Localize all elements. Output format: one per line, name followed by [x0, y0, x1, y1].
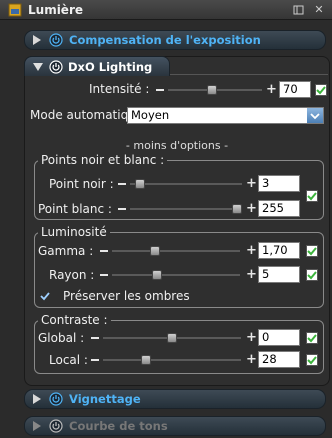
slider-knob[interactable]: [232, 204, 242, 214]
global-contrast-value-field[interactable]: 0: [258, 329, 300, 346]
power-icon[interactable]: [49, 419, 63, 433]
slider-knob[interactable]: [167, 333, 177, 343]
radius-label: Rayon :: [49, 268, 95, 282]
chevron-down-icon[interactable]: [307, 108, 323, 123]
slider-knob[interactable]: [207, 85, 218, 95]
local-contrast-slider[interactable]: +: [91, 353, 257, 367]
white-point-value-field[interactable]: 255: [258, 200, 300, 217]
less-options-label[interactable]: - moins d'options -: [30, 139, 324, 152]
minus-icon[interactable]: [100, 250, 108, 252]
minus-icon[interactable]: [100, 274, 108, 276]
radius-value-field[interactable]: 5: [258, 266, 300, 283]
gamma-value-field[interactable]: 1,70: [258, 242, 300, 259]
local-contrast-value-field[interactable]: 28: [258, 351, 300, 368]
contrast-title: Contraste :: [38, 313, 111, 327]
section-label: Compensation de l'exposition: [69, 33, 261, 47]
gamma-slider[interactable]: +: [100, 244, 257, 258]
intensity-checkbox[interactable]: [315, 84, 327, 96]
black-point-slider[interactable]: +: [118, 177, 258, 191]
minus-icon[interactable]: [118, 183, 126, 185]
slider-knob[interactable]: [141, 355, 152, 365]
power-icon[interactable]: [49, 392, 63, 406]
luminosity-title: Luminosité: [38, 225, 110, 239]
plus-icon[interactable]: +: [246, 177, 257, 191]
black-point-label: Point noir :: [49, 177, 114, 191]
global-contrast-slider[interactable]: +: [91, 331, 257, 345]
power-icon[interactable]: [49, 59, 63, 74]
global-contrast-label: Global :: [38, 331, 85, 345]
section-vignetting[interactable]: Vignettage: [24, 389, 326, 409]
radius-slider[interactable]: +: [100, 268, 257, 282]
plus-icon[interactable]: +: [266, 83, 277, 97]
expand-arrow-icon[interactable]: [33, 421, 41, 431]
plus-icon[interactable]: +: [246, 202, 257, 216]
global-contrast-checkbox[interactable]: [306, 332, 318, 344]
black-white-points-title: Points noir et blanc :: [38, 153, 168, 167]
radius-checkbox[interactable]: [306, 269, 318, 281]
expand-arrow-icon[interactable]: [33, 35, 41, 45]
black-white-points-checkbox[interactable]: [306, 190, 318, 202]
less-options-toggle[interactable]: - moins d'options -: [30, 139, 324, 153]
local-contrast-checkbox[interactable]: [306, 354, 318, 366]
minus-icon[interactable]: [118, 208, 126, 210]
white-point-label: Point blanc :: [38, 202, 112, 216]
auto-mode-value: Moyen: [131, 108, 170, 122]
auto-mode-select[interactable]: Moyen: [127, 107, 324, 124]
intensity-value-field[interactable]: 70: [279, 81, 311, 98]
intensity-label: Intensité :: [89, 82, 150, 96]
plus-icon[interactable]: +: [246, 331, 257, 345]
panel-divider: [170, 74, 328, 75]
slider-knob[interactable]: [135, 179, 146, 189]
plus-icon[interactable]: +: [246, 268, 257, 282]
gamma-checkbox[interactable]: [306, 245, 318, 257]
minus-icon[interactable]: [156, 89, 164, 91]
palette-title-bar: Lumière ✕: [0, 0, 332, 20]
section-label: DxO Lighting: [68, 59, 153, 74]
slider-knob[interactable]: [152, 270, 163, 280]
section-exposure-compensation[interactable]: Compensation de l'exposition: [24, 30, 326, 50]
lumiere-palette-icon: [8, 3, 22, 16]
close-icon[interactable]: ✕: [312, 3, 326, 17]
section-label: Vignettage: [69, 392, 141, 406]
slider-knob[interactable]: [149, 246, 160, 256]
minus-icon[interactable]: [91, 337, 99, 339]
plus-icon[interactable]: +: [246, 353, 257, 367]
minus-icon[interactable]: [91, 359, 99, 361]
gamma-label: Gamma :: [38, 244, 94, 258]
preserve-shadows-label[interactable]: Préserver les ombres: [63, 289, 190, 303]
section-label: Courbe de tons: [69, 419, 168, 433]
plus-icon[interactable]: +: [246, 244, 257, 258]
palette-title: Lumière: [28, 2, 84, 17]
expand-arrow-icon[interactable]: [33, 394, 41, 404]
intensity-slider[interactable]: +: [156, 83, 277, 97]
black-point-value-field[interactable]: 3: [258, 175, 300, 192]
section-tone-curve[interactable]: Courbe de tons: [24, 416, 326, 436]
section-dxo-lighting[interactable]: DxO Lighting: [24, 56, 170, 76]
white-point-slider[interactable]: +: [118, 202, 258, 216]
collapse-arrow-icon[interactable]: [33, 62, 43, 71]
dock-icon[interactable]: [292, 3, 306, 17]
local-contrast-label: Local :: [49, 353, 88, 367]
preserve-shadows-checkmark-icon[interactable]: [40, 290, 50, 301]
power-icon[interactable]: [49, 33, 63, 47]
